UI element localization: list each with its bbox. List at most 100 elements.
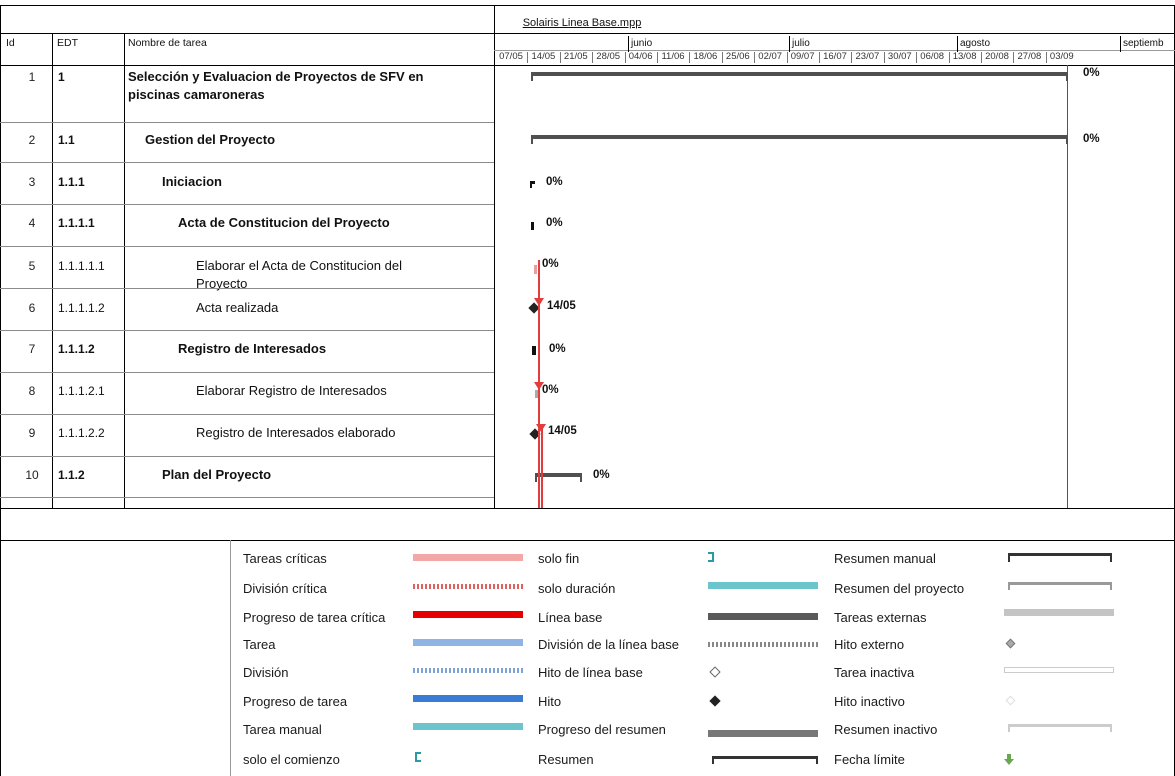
- legend-label-hito-externo: Hito externo: [834, 637, 905, 652]
- legend-sym-solo-duracion: [708, 582, 818, 589]
- timescale-week-tick: [689, 52, 690, 63]
- row-separator: [0, 372, 494, 373]
- project-finish-line: [1067, 65, 1068, 508]
- legend-sym-tarea: [413, 639, 523, 646]
- row-edt[interactable]: 1.1.1.1.2: [58, 301, 105, 315]
- pct-label-2: 0%: [1083, 133, 1100, 145]
- legend-sym-progreso-tarea: [413, 695, 523, 702]
- date-label-9: 14/05: [548, 425, 577, 437]
- timescale-week-tick: [754, 52, 755, 63]
- timescale-week-tick: [884, 52, 885, 63]
- summary-bar-2[interactable]: [531, 135, 1068, 139]
- legend-sym-resumen-cap-right: [816, 756, 818, 764]
- row-task-name[interactable]: Registro de Interesados: [178, 340, 428, 358]
- row-id[interactable]: 8: [12, 384, 52, 398]
- row-task-name[interactable]: Acta de Constitucion del Proyecto: [178, 214, 428, 232]
- legend-sym-division: [413, 668, 523, 673]
- legend-sym-tareas-externas: [1004, 609, 1114, 616]
- row-task-name[interactable]: Iniciacion: [162, 173, 428, 191]
- deadline-line-a: [538, 260, 540, 508]
- task-bar-5[interactable]: [534, 265, 537, 274]
- timescale-week-label: 20/08: [985, 51, 1009, 62]
- timescale-month-tick: [1120, 36, 1121, 52]
- row-edt[interactable]: 1.1.1.1.1: [58, 259, 105, 273]
- row-separator: [0, 246, 494, 247]
- left-border: [0, 5, 1, 776]
- summary-cap-end-2: [1066, 135, 1068, 144]
- timescale-week-tick: [560, 52, 561, 63]
- row-task-name[interactable]: Elaborar Registro de Interesados: [196, 382, 428, 400]
- legend-sym-division-linea-base: [708, 642, 818, 647]
- timescale-week-label: 04/06: [628, 51, 653, 62]
- timescale-week-tick: [527, 52, 528, 63]
- row-edt[interactable]: 1.1: [58, 133, 75, 147]
- timescale-week-tick: [1013, 52, 1014, 63]
- legend-sym-tarea-manual: [413, 723, 523, 730]
- summary-cap-start-2: [531, 135, 533, 144]
- row-id[interactable]: 4: [12, 216, 52, 230]
- timescale-month-label: julio: [792, 38, 810, 49]
- legend-label-progreso-resumen: Progreso del resumen: [538, 722, 666, 737]
- file-title: Solairis Linea Base.mpp: [522, 17, 642, 29]
- row-separator: [0, 162, 494, 163]
- column-header-name[interactable]: Nombre de tarea: [128, 37, 207, 49]
- legend-label-hito-linea-base: Hito de línea base: [538, 665, 643, 680]
- legend-label-solo-duracion: solo duración: [538, 581, 616, 596]
- row-id[interactable]: 2: [12, 133, 52, 147]
- column-header-id[interactable]: Id: [6, 37, 15, 49]
- row-id[interactable]: 7: [12, 342, 52, 356]
- legend-sym-progreso-resumen: [708, 730, 818, 737]
- row-edt[interactable]: 1.1.2: [58, 468, 85, 482]
- legend-label-tarea: Tarea: [243, 637, 276, 652]
- row-id[interactable]: 5: [12, 259, 52, 273]
- row-edt[interactable]: 1.1.1.1: [58, 216, 95, 230]
- legend-label-division-critica: División crítica: [243, 581, 327, 596]
- header-top-border: [0, 33, 1175, 34]
- row-id[interactable]: 9: [12, 426, 52, 440]
- summary-cap-end-10: [580, 473, 582, 482]
- timescale-week-label: 09/07: [790, 51, 815, 62]
- timescale-week-tick: [787, 52, 788, 63]
- timescale-week-tick: [722, 52, 723, 63]
- legend-sym-division-critica: [413, 584, 523, 589]
- row-task-name[interactable]: Selección y Evaluacion de Proyectos de S…: [128, 68, 468, 104]
- row-id[interactable]: 6: [12, 301, 52, 315]
- legend-label-linea-base: Línea base: [538, 610, 603, 625]
- pct-label-5: 0%: [542, 258, 559, 270]
- summary-bar-1[interactable]: [531, 72, 1068, 76]
- legend-top-border: [0, 540, 1175, 541]
- row-id[interactable]: 3: [12, 175, 52, 189]
- gantt-view: Solairis Linea Base.mpp Id EDT Nombre de…: [0, 0, 1175, 776]
- row-edt[interactable]: 1: [58, 70, 65, 84]
- top-border: [0, 5, 1175, 6]
- row-edt[interactable]: 1.1.1: [58, 175, 85, 189]
- row-separator: [0, 288, 494, 289]
- legend-label-resumen-manual: Resumen manual: [834, 551, 936, 566]
- legend-label-tarea-inactiva: Tarea inactiva: [834, 665, 915, 680]
- row-task-name[interactable]: Acta realizada: [196, 299, 428, 317]
- pct-label-7: 0%: [549, 343, 566, 355]
- legend-sym-resumen-manual-cap-left: [1008, 553, 1010, 562]
- row-task-name[interactable]: Registro de Interesados elaborado: [196, 424, 428, 442]
- summary-cap-3: [530, 181, 532, 188]
- timescale-week-label: 02/07: [758, 51, 783, 62]
- row-task-name[interactable]: Gestion del Proyecto: [145, 131, 428, 149]
- column-header-edt[interactable]: EDT: [57, 37, 78, 49]
- row-id[interactable]: 1: [12, 70, 52, 84]
- summary-bar-4[interactable]: [531, 222, 534, 230]
- timescale-week-label: 06/08: [920, 51, 945, 62]
- row-task-name[interactable]: Plan del Proyecto: [162, 466, 428, 484]
- table-bottom-border: [0, 508, 1175, 509]
- legend-label-progreso-critico: Progreso de tarea crítica: [243, 610, 386, 625]
- pct-label-8: 0%: [542, 384, 559, 396]
- row-id[interactable]: 10: [12, 468, 52, 482]
- row-edt[interactable]: 1.1.1.2: [58, 342, 95, 356]
- timescale-week-tick: [851, 52, 852, 63]
- legend-label-tarea-manual: Tarea manual: [243, 722, 322, 737]
- timescale-week-label: 27/08: [1017, 51, 1042, 62]
- row-edt[interactable]: 1.1.1.2.1: [58, 384, 105, 398]
- timescale-week-label: 28/05: [596, 51, 621, 62]
- pct-label-1: 0%: [1083, 67, 1100, 79]
- row-edt[interactable]: 1.1.1.2.2: [58, 426, 105, 440]
- summary-bar-7[interactable]: [532, 346, 536, 355]
